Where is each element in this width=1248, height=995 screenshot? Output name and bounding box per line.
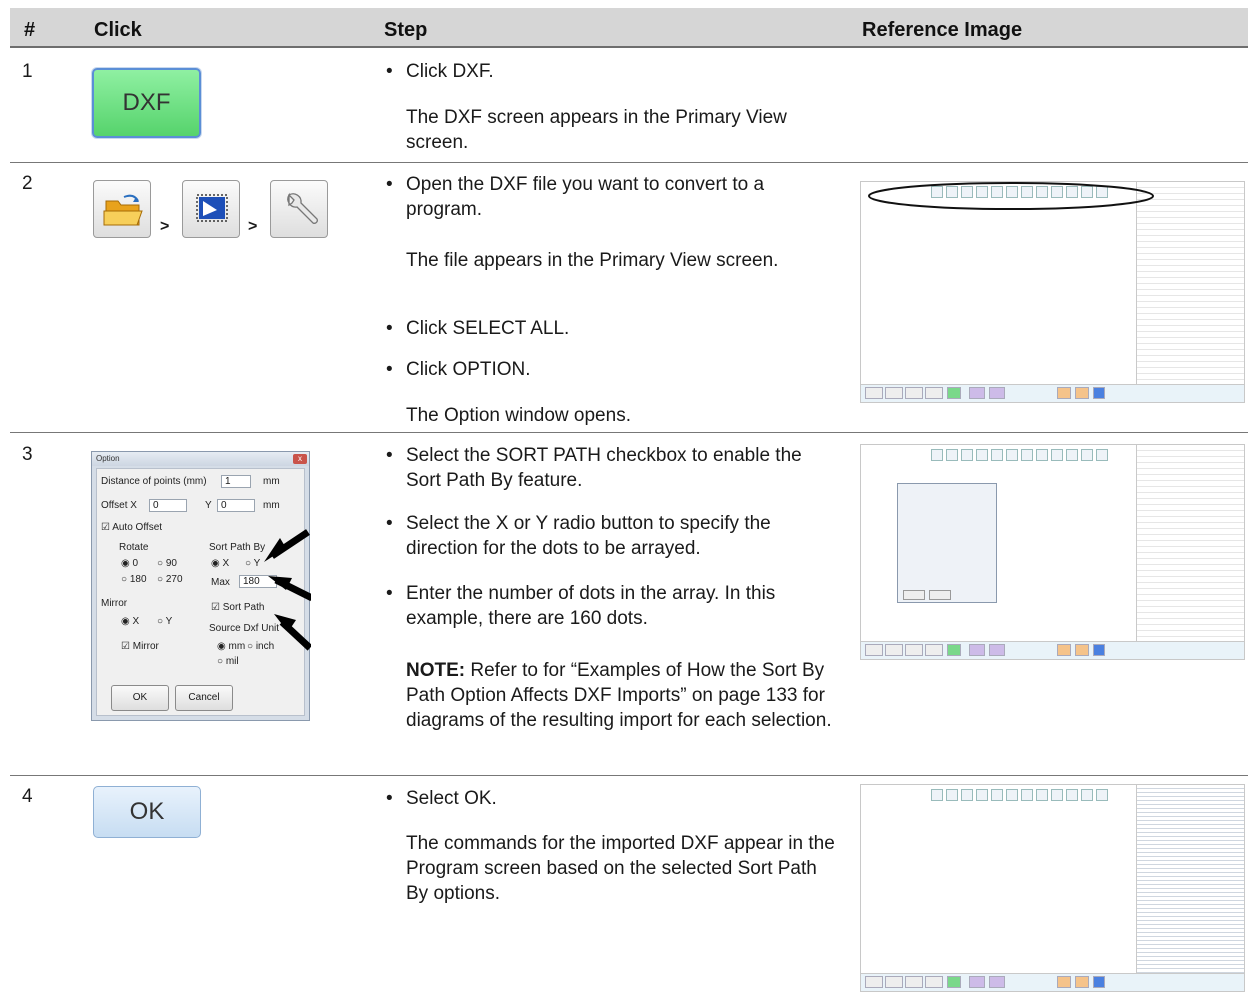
step-paragraph: The Option window opens. <box>406 405 631 426</box>
option-dialog: Option x Distance of points (mm) 1 mm Of… <box>91 451 311 721</box>
row-number: 4 <box>22 786 33 807</box>
separator: > <box>248 218 258 235</box>
reference-image-program-screen <box>860 784 1245 992</box>
mirror-checkbox[interactable]: ☑ Mirror <box>121 641 159 652</box>
rotate-option[interactable]: ◉ 0 <box>121 558 138 569</box>
mirror-label: Mirror <box>101 598 128 609</box>
rotate-option[interactable]: ○ 180 <box>121 574 147 585</box>
header-step: Step <box>384 19 428 41</box>
sort-path-checkbox[interactable]: ☑ Sort Path <box>211 602 264 613</box>
step-bullet: Select the X or Y radio button to specif… <box>386 511 836 561</box>
reference-image-file-loaded <box>860 181 1245 403</box>
option-button[interactable] <box>270 180 328 238</box>
max-input[interactable]: 180 <box>239 575 277 588</box>
source-unit-label: Source Dxf Unit <box>209 623 280 634</box>
step-paragraph: The commands for the imported DXF appear… <box>406 833 835 904</box>
row-divider <box>10 162 1248 163</box>
row-divider <box>10 432 1248 433</box>
row-number: 1 <box>22 61 33 82</box>
step-bullet: Enter the number of dots in the array. I… <box>386 581 836 631</box>
unit-inch-radio[interactable]: ○ inch <box>247 641 274 652</box>
step-bullet: Click SELECT ALL. <box>386 316 836 341</box>
offset-x-label: Offset X <box>101 500 137 511</box>
row-divider <box>10 775 1248 776</box>
header-num: # <box>24 19 36 41</box>
distance-label: Distance of points (mm) <box>101 476 207 487</box>
table-header: # Click Step Reference Image <box>10 8 1248 48</box>
auto-offset-checkbox[interactable]: ☑ Auto Offset <box>101 522 162 533</box>
offset-x-input[interactable]: 0 <box>149 499 187 512</box>
close-icon[interactable]: x <box>293 454 307 464</box>
offset-y-input[interactable]: 0 <box>217 499 255 512</box>
unit-label: mm <box>263 500 280 511</box>
open-folder-button[interactable] <box>93 180 151 238</box>
dialog-ok-button[interactable]: OK <box>111 685 169 711</box>
rotate-label: Rotate <box>119 542 149 553</box>
open-folder-icon <box>103 194 143 226</box>
separator: > <box>160 218 170 235</box>
max-label: Max <box>211 577 230 588</box>
header-reference: Reference Image <box>862 19 1023 41</box>
select-all-icon <box>196 194 228 222</box>
step-bullet: Click DXF. <box>386 59 836 84</box>
reference-image-option-dialog <box>860 444 1245 660</box>
ok-button[interactable]: OK <box>93 786 201 838</box>
rotate-option[interactable]: ○ 90 <box>157 558 177 569</box>
unit-mm-radio[interactable]: ◉ mm <box>217 641 245 652</box>
sort-y-radio[interactable]: ○ Y <box>245 558 260 569</box>
unit-mil-radio[interactable]: ○ mil <box>217 656 239 667</box>
step-paragraph: The file appears in the Primary View scr… <box>406 250 779 271</box>
unit-label: mm <box>263 476 280 487</box>
distance-input[interactable]: 1 <box>221 475 251 488</box>
row-number: 3 <box>22 444 33 465</box>
sort-path-by-label: Sort Path By <box>209 542 266 553</box>
select-all-button[interactable] <box>182 180 240 238</box>
mirror-x-radio[interactable]: ◉ X <box>121 616 139 627</box>
step-bullet: Select OK. <box>386 786 836 811</box>
offset-y-label: Y <box>205 500 212 511</box>
row-number: 2 <box>22 173 33 194</box>
rotate-option[interactable]: ○ 270 <box>157 574 183 585</box>
sort-x-radio[interactable]: ◉ X <box>211 558 229 569</box>
mirror-y-radio[interactable]: ○ Y <box>157 616 172 627</box>
option-dialog-title: Option x <box>92 452 309 466</box>
wrench-icon <box>287 192 318 224</box>
step-bullet: Open the DXF file you want to convert to… <box>386 172 836 222</box>
step-bullet: Select the SORT PATH checkbox to enable … <box>386 443 836 493</box>
note-paragraph: NOTE: Refer to for “Examples of How the … <box>406 660 832 731</box>
dxf-button[interactable]: DXF <box>92 68 201 138</box>
step-paragraph: The DXF screen appears in the Primary Vi… <box>406 107 787 153</box>
step-bullet: Click OPTION. <box>386 357 836 382</box>
dialog-cancel-button[interactable]: Cancel <box>175 685 233 711</box>
header-click: Click <box>94 19 142 41</box>
